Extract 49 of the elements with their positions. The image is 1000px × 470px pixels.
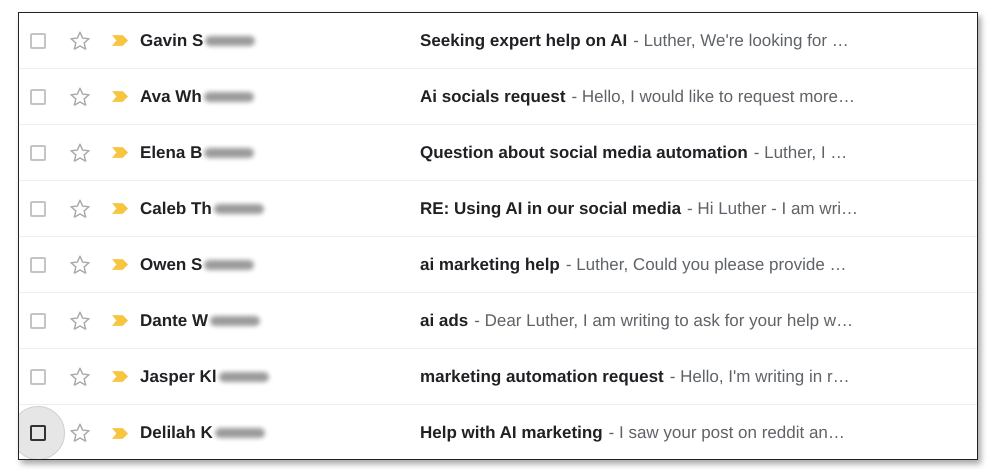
star-icon[interactable]	[69, 142, 91, 164]
importance-marker-icon[interactable]	[111, 146, 129, 159]
sender-name: Owen S	[140, 254, 202, 274]
email-preview: - Luther, We're looking for …	[633, 30, 849, 50]
star-icon[interactable]	[69, 198, 91, 220]
importance-marker-icon[interactable]	[111, 426, 129, 440]
star-icon[interactable]	[69, 30, 91, 52]
email-subject[interactable]: ai ads	[420, 310, 468, 330]
email-preview: - Hello, I would like to request more…	[572, 86, 855, 106]
redaction-blur	[204, 92, 254, 102]
star-icon[interactable]	[69, 310, 91, 332]
importance-marker-icon[interactable]	[111, 258, 129, 271]
email-subject[interactable]: Seeking expert help on AI	[420, 30, 628, 50]
redaction-blur	[214, 428, 265, 438]
email-subject[interactable]: ai marketing help	[420, 254, 560, 274]
redaction-blur	[214, 204, 264, 214]
importance-marker-icon[interactable]	[111, 90, 129, 103]
email-subject[interactable]: Help with AI marketing	[420, 423, 603, 443]
email-subject[interactable]: Ai socials request	[420, 86, 566, 106]
email-preview: - Luther, I …	[754, 142, 848, 162]
email-subject[interactable]: marketing automation request	[420, 366, 664, 386]
redaction-blur	[204, 148, 254, 158]
sender-name: Dante W	[140, 310, 208, 330]
redaction-blur	[205, 36, 256, 46]
email-preview: - I saw your post on reddit an…	[608, 423, 845, 443]
star-icon[interactable]	[69, 254, 91, 276]
email-subject[interactable]: RE: Using AI in our social media	[420, 198, 682, 218]
email-preview: - Dear Luther, I am writing to ask for your help w…	[474, 310, 854, 330]
importance-marker-icon[interactable]	[111, 34, 129, 47]
sender-name: Delilah K	[140, 423, 213, 443]
sender-name: Gavin S	[140, 30, 204, 50]
importance-marker-icon[interactable]	[111, 202, 129, 215]
email-preview: - Luther, Could you please provide …	[566, 254, 846, 274]
star-icon[interactable]	[69, 422, 91, 444]
redaction-blur	[218, 372, 269, 382]
sender-name: Ava Wh	[140, 86, 202, 106]
star-icon[interactable]	[69, 86, 91, 108]
star-icon[interactable]	[69, 366, 91, 388]
email-preview: - Hi Luther - I am wri…	[687, 198, 858, 218]
sender-name: Jasper Kl	[140, 366, 217, 386]
importance-marker-icon[interactable]	[111, 314, 129, 327]
redaction-blur	[210, 316, 260, 326]
sender-name: Elena B	[140, 142, 202, 162]
importance-marker-icon[interactable]	[111, 370, 129, 383]
checkbox[interactable]	[30, 425, 46, 441]
redaction-blur	[204, 260, 254, 270]
email-preview: - Hello, I'm writing in r…	[670, 366, 850, 386]
email-subject[interactable]: Question about social media automation	[420, 142, 748, 162]
sender-name: Caleb Th	[140, 198, 212, 218]
